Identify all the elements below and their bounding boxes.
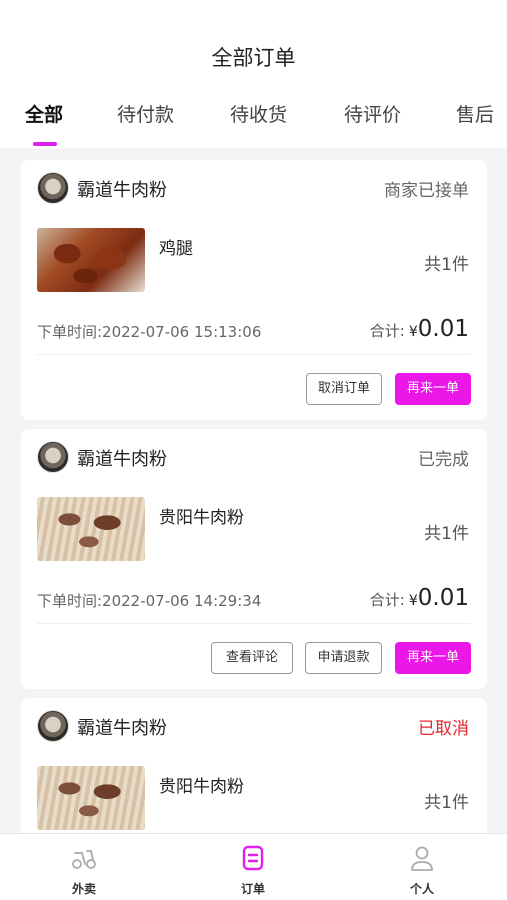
active-tab-indicator xyxy=(33,142,57,146)
item-name: 贵阳牛肉粉 xyxy=(159,508,244,528)
request-refund-button[interactable]: 申请退款 xyxy=(305,642,382,674)
bottom-nav: 外卖 订单 个人 xyxy=(0,833,507,900)
scooter-icon xyxy=(72,850,96,869)
order-card[interactable]: 霸道牛肉粉 商家已接单 鸡腿 共1件 下单时间:2022-07-06 15:13… xyxy=(21,160,487,420)
person-icon xyxy=(411,846,433,871)
tab-pending-review[interactable]: 待评价 xyxy=(344,100,401,127)
nav-takeout[interactable]: 外卖 xyxy=(44,844,124,897)
nav-label: 订单 xyxy=(240,882,265,896)
reorder-button[interactable]: 再来一单 xyxy=(395,373,471,405)
nav-label: 外卖 xyxy=(71,882,96,896)
shop-name[interactable]: 霸道牛肉粉 xyxy=(77,714,167,740)
shop-avatar xyxy=(37,710,69,742)
tab-pending-payment[interactable]: 待付款 xyxy=(117,100,174,127)
order-doc-icon xyxy=(242,845,264,871)
order-time: 下单时间:2022-07-06 14:29:34 xyxy=(37,592,262,610)
item-thumbnail xyxy=(37,228,145,292)
item-thumbnail xyxy=(37,766,145,830)
order-tabs: 全部 待付款 待收货 待评价 售后 xyxy=(0,100,507,140)
order-total: 合计: ¥0.01 xyxy=(370,585,469,611)
order-status: 已完成 xyxy=(418,450,469,470)
shop-name[interactable]: 霸道牛肉粉 xyxy=(77,445,167,471)
item-name: 贵阳牛肉粉 xyxy=(159,777,244,797)
nav-label: 个人 xyxy=(409,882,434,896)
item-quantity: 共1件 xyxy=(424,255,469,275)
nav-orders[interactable]: 订单 xyxy=(213,844,293,897)
order-total: 合计: ¥0.01 xyxy=(370,316,469,342)
shop-avatar xyxy=(37,172,69,204)
tab-after-sales[interactable]: 售后 xyxy=(456,100,494,127)
divider xyxy=(37,623,471,624)
reorder-button[interactable]: 再来一单 xyxy=(395,642,471,674)
order-card[interactable]: 霸道牛肉粉 已完成 贵阳牛肉粉 共1件 下单时间:2022-07-06 14:2… xyxy=(21,429,487,689)
currency-symbol: ¥ xyxy=(408,324,418,340)
order-status: 已取消 xyxy=(418,719,469,739)
total-amount: 0.01 xyxy=(417,316,469,342)
tab-all[interactable]: 全部 xyxy=(25,100,63,127)
top-bar: 全部订单 全部 待付款 待收货 待评价 售后 xyxy=(0,0,507,148)
shop-name[interactable]: 霸道牛肉粉 xyxy=(77,176,167,202)
order-card[interactable]: 霸道牛肉粉 已取消 贵阳牛肉粉 共1件 xyxy=(21,698,487,838)
item-quantity: 共1件 xyxy=(424,524,469,544)
shop-avatar xyxy=(37,441,69,473)
currency-symbol: ¥ xyxy=(408,593,418,609)
cancel-order-button[interactable]: 取消订单 xyxy=(306,373,382,405)
item-name: 鸡腿 xyxy=(159,239,193,259)
item-quantity: 共1件 xyxy=(424,793,469,813)
view-review-button[interactable]: 查看评论 xyxy=(211,642,293,674)
tab-pending-receipt[interactable]: 待收货 xyxy=(230,100,287,127)
order-time: 下单时间:2022-07-06 15:13:06 xyxy=(37,323,262,341)
total-label: 合计: xyxy=(369,591,405,609)
divider xyxy=(37,354,471,355)
page-title: 全部订单 xyxy=(211,46,296,70)
order-status: 商家已接单 xyxy=(384,181,469,201)
item-thumbnail xyxy=(37,497,145,561)
total-amount: 0.01 xyxy=(417,585,469,611)
nav-profile[interactable]: 个人 xyxy=(382,844,462,897)
total-label: 合计: xyxy=(369,322,405,340)
